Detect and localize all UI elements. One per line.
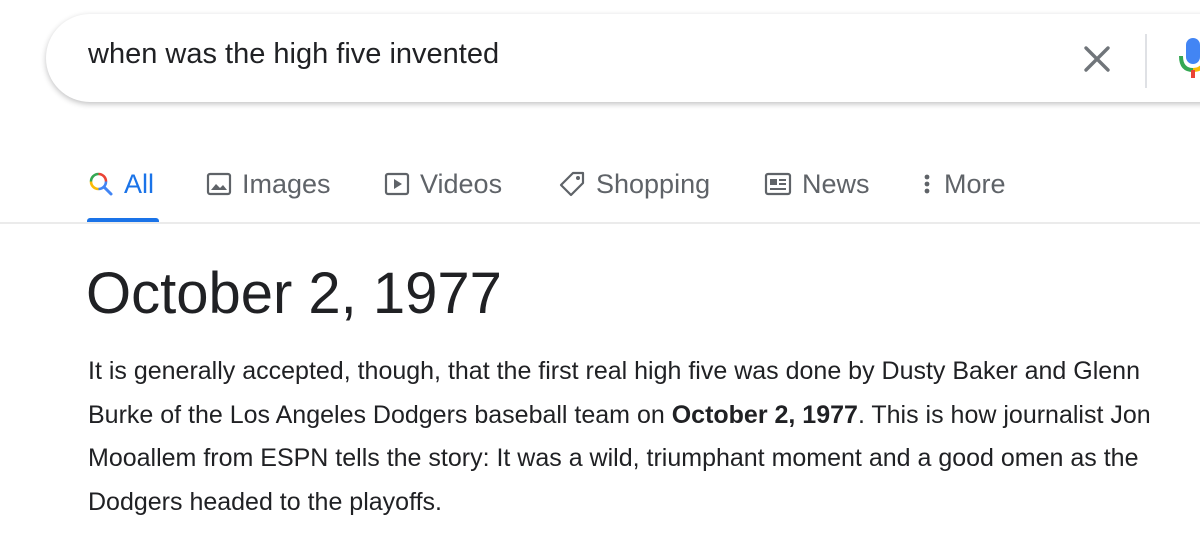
tab-label: Shopping: [596, 168, 711, 199]
tab-more[interactable]: More: [920, 164, 1006, 204]
search-tabs: All Images Videos Shopping News More: [0, 150, 1200, 224]
tabs-divider: [0, 222, 1200, 224]
featured-snippet: It is generally accepted, though, that t…: [88, 350, 1193, 524]
tab-shopping[interactable]: Shopping: [558, 164, 710, 204]
search-input[interactable]: when was the high five invented: [88, 38, 499, 71]
newspaper-icon: [764, 171, 792, 197]
tab-images[interactable]: Images: [206, 164, 331, 204]
microphone-icon[interactable]: [1172, 34, 1200, 84]
search-results-page: when was the high five invented All Imag…: [0, 0, 1200, 543]
tab-label: News: [802, 168, 870, 199]
tab-label: Images: [242, 168, 331, 199]
tab-news[interactable]: News: [764, 164, 870, 204]
tab-all[interactable]: All: [88, 164, 154, 204]
close-icon[interactable]: [1080, 42, 1114, 76]
tab-label: More: [944, 168, 1006, 199]
tab-videos[interactable]: Videos: [384, 164, 502, 204]
tag-icon: [558, 170, 586, 198]
tab-label: Videos: [420, 168, 503, 199]
search-icon: [88, 171, 114, 197]
search-bar-divider: [1145, 34, 1147, 88]
tab-label: All: [124, 168, 155, 199]
featured-answer-title: October 2, 1977: [86, 261, 502, 326]
play-icon: [384, 171, 410, 197]
snippet-highlight: October 2, 1977: [671, 400, 858, 429]
more-vert-icon: [920, 171, 934, 197]
image-icon: [206, 171, 232, 197]
